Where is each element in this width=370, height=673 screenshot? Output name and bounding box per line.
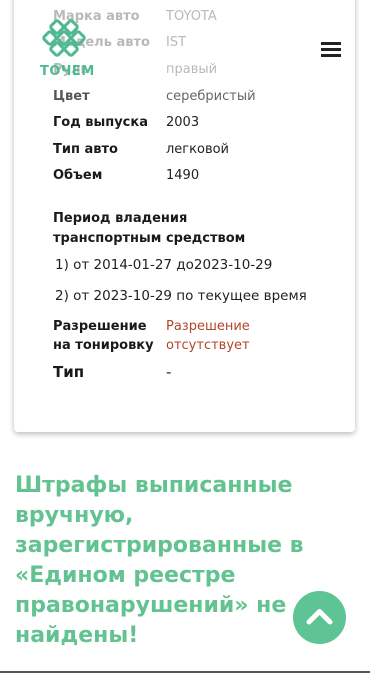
ownership-period-title: Период владения транспортным средством	[53, 211, 246, 246]
value-year: 2003	[166, 115, 200, 130]
logo-text: ТОЧЕМ	[40, 64, 95, 79]
label-vehicle-type: Тип авто	[53, 142, 118, 157]
value-type: -	[166, 363, 172, 381]
value-engine-volume: 1490	[166, 168, 200, 183]
fines-not-found-message: Штрафы выписанные вручную, зарегистриров…	[15, 473, 304, 648]
chevron-up-icon	[306, 609, 333, 625]
label-year: Год выпуска	[53, 115, 148, 130]
ownership-period-1: 1) от 2014-01-27 до2023-10-29	[55, 257, 273, 273]
ownership-period-2: 2) от 2023-10-29 по текущее время	[55, 288, 307, 304]
value-model: IST	[166, 35, 187, 50]
label-engine-volume: Объем	[53, 168, 103, 183]
value-vehicle-type: легковой	[166, 142, 230, 157]
hamburger-menu-icon[interactable]	[321, 42, 341, 58]
value-make: TOYOTA	[166, 9, 217, 24]
value-steering: правый	[166, 62, 218, 77]
label-tint-permission: Разрешение на тонировку	[53, 319, 154, 353]
label-color: Цвет	[53, 89, 90, 104]
label-type: Тип	[53, 363, 85, 381]
value-tint-permission: Разрешение отсутствует	[166, 319, 250, 353]
scroll-to-top-button[interactable]	[293, 591, 346, 644]
value-color: серебристый	[166, 89, 256, 104]
